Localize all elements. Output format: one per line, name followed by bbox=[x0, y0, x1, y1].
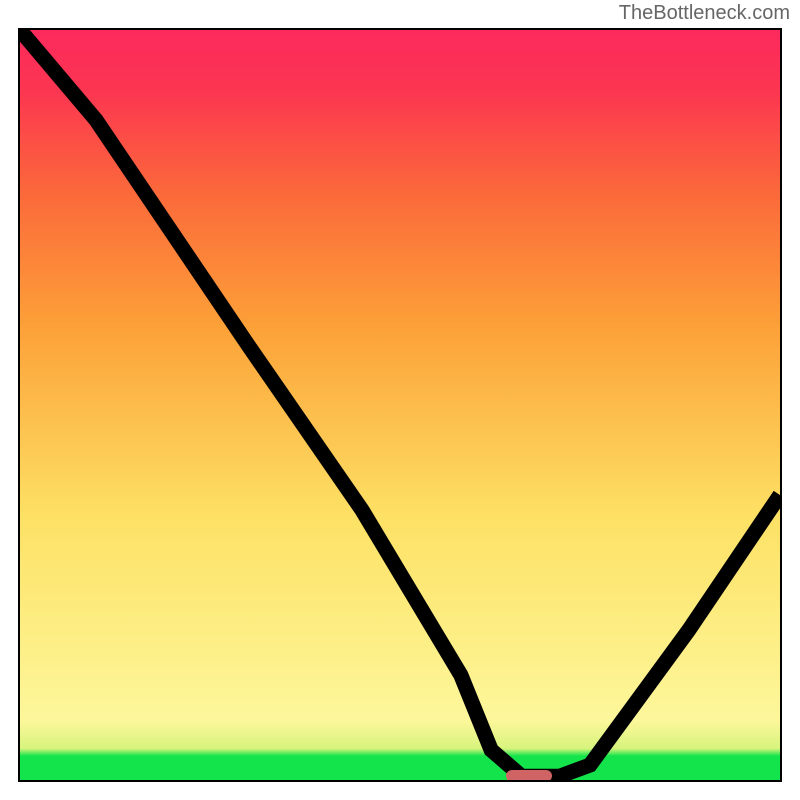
bottleneck-chart: TheBottleneck.com bbox=[0, 0, 800, 800]
bottleneck-curve-path bbox=[20, 30, 780, 776]
curve-layer bbox=[20, 30, 780, 780]
watermark-text: TheBottleneck.com bbox=[619, 2, 790, 25]
plot-area bbox=[20, 30, 780, 780]
optimal-range-marker bbox=[506, 770, 552, 781]
